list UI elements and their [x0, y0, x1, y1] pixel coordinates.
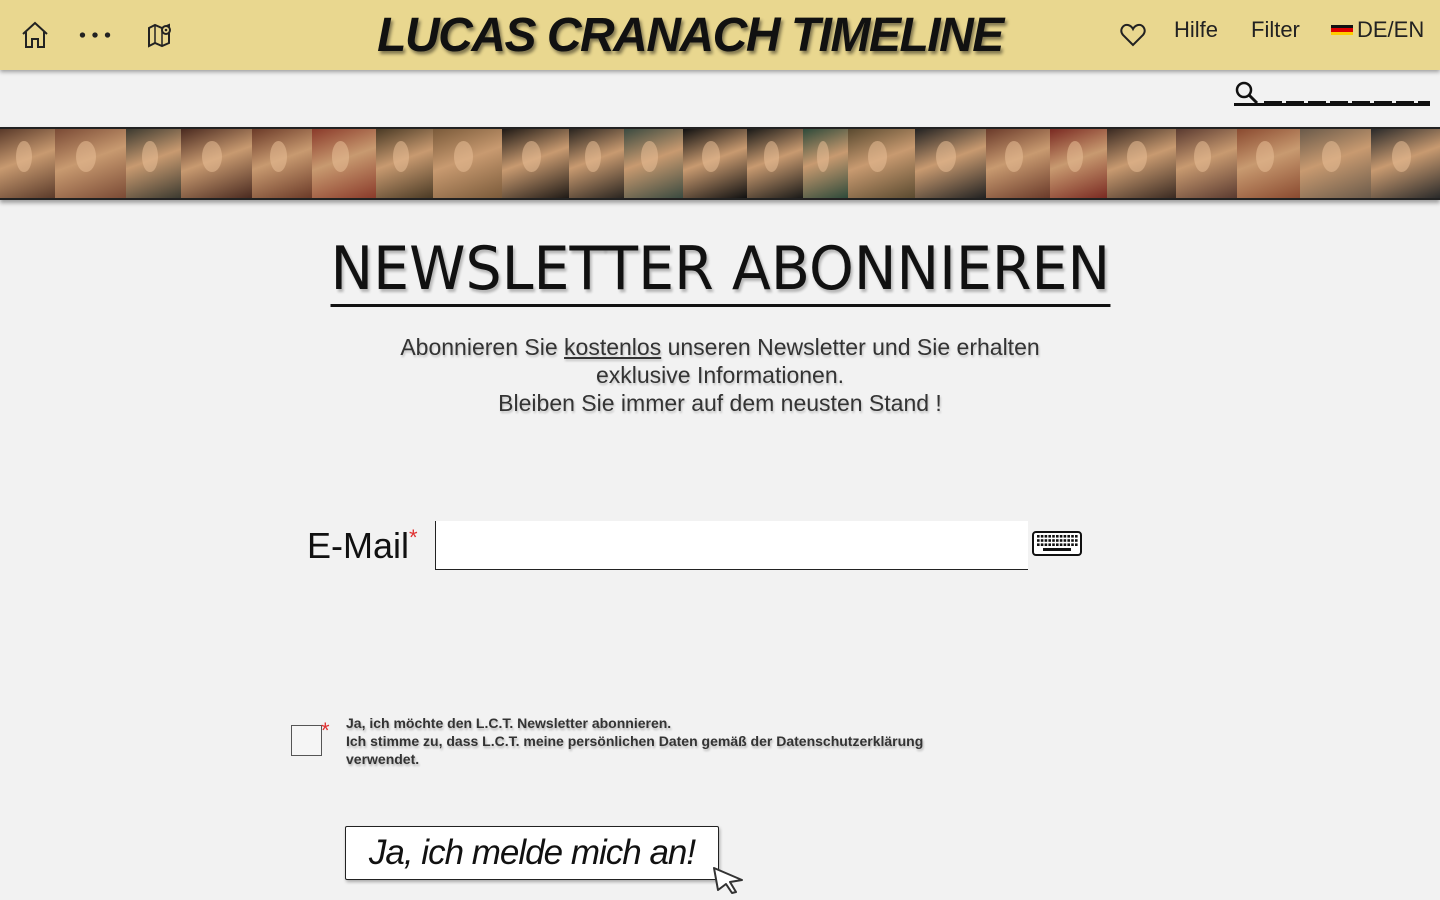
- painting-thumbnail[interactable]: [848, 129, 916, 198]
- painting-thumbnail[interactable]: [568, 129, 624, 198]
- painting-thumbnail[interactable]: [0, 129, 55, 198]
- painting-thumbnail[interactable]: [54, 129, 126, 198]
- intro-pre: Abonnieren Sie: [400, 334, 565, 360]
- intro-text: Abonnieren Sie kostenlos unseren Newslet…: [0, 333, 1440, 417]
- painting-thumbnail[interactable]: [1175, 129, 1237, 198]
- search-field[interactable]: [1234, 78, 1430, 106]
- painting-thumbnail[interactable]: [433, 129, 502, 198]
- heading-wrap: NEWSLETTER ABONNIEREN: [0, 236, 1440, 307]
- checkbox-required-marker: *: [321, 718, 330, 743]
- painting-thumbnail[interactable]: [1300, 129, 1372, 198]
- keyboard-icon[interactable]: [1032, 531, 1082, 556]
- intro-line-3: Bleiben Sie immer auf dem neusten Stand …: [498, 390, 942, 416]
- intro-line-2: exklusive Informationen.: [595, 362, 844, 388]
- help-link[interactable]: Hilfe: [1174, 17, 1218, 43]
- painting-thumbnail[interactable]: [1106, 129, 1176, 198]
- email-field[interactable]: [435, 521, 1028, 570]
- email-label-text: E-Mail: [307, 525, 410, 566]
- painting-thumbnail[interactable]: [803, 129, 849, 198]
- heart-icon[interactable]: [1116, 18, 1150, 52]
- painting-thumbnail[interactable]: [986, 129, 1050, 198]
- top-bar: LUCAS CRANACH TIMELINE Hilfe Filter DE/E…: [0, 0, 1440, 70]
- painting-strip[interactable]: [0, 127, 1440, 200]
- consent-checkbox[interactable]: [291, 725, 322, 756]
- intro-line-1: Abonnieren Sie kostenlos unseren Newslet…: [0, 333, 1440, 361]
- language-label: DE/EN: [1357, 17, 1425, 42]
- painting-thumbnail[interactable]: [1049, 129, 1107, 198]
- painting-thumbnail[interactable]: [1236, 129, 1301, 198]
- painting-thumbnail[interactable]: [502, 129, 569, 198]
- consent-line-2: Ich stimme zu, dass L.C.T. meine persönl…: [346, 733, 924, 767]
- email-label: E-Mail*: [307, 525, 418, 567]
- submit-button[interactable]: Ja, ich melde mich an!: [345, 826, 719, 880]
- painting-thumbnail[interactable]: [623, 129, 683, 198]
- painting-thumbnail[interactable]: [376, 129, 434, 198]
- filter-link[interactable]: Filter: [1251, 17, 1300, 43]
- consent-text: Ja, ich möchte den L.C.T. Newsletter abo…: [346, 714, 946, 768]
- search-icon: [1234, 80, 1260, 111]
- painting-thumbnail[interactable]: [312, 129, 377, 198]
- intro-post: unseren Newsletter und Sie erhalten: [661, 334, 1040, 360]
- painting-thumbnail[interactable]: [915, 129, 986, 198]
- painting-thumbnail[interactable]: [180, 129, 252, 198]
- cursor-icon: [712, 866, 746, 899]
- kostenlos-link: kostenlos: [564, 334, 662, 360]
- painting-thumbnail[interactable]: [251, 129, 313, 198]
- flag-de-icon: [1331, 24, 1353, 36]
- painting-thumbnail[interactable]: [682, 129, 747, 198]
- page-title: NEWSLETTER ABONNIEREN: [330, 236, 1110, 307]
- language-switch[interactable]: DE/EN: [1331, 17, 1424, 43]
- required-marker: *: [409, 525, 418, 550]
- app-title: LUCAS CRANACH TIMELINE: [377, 9, 1004, 62]
- painting-thumbnail[interactable]: [746, 129, 804, 198]
- search-underline: [1264, 101, 1430, 103]
- painting-thumbnail[interactable]: [125, 129, 181, 198]
- painting-thumbnail[interactable]: [1371, 129, 1440, 198]
- consent-line-1: Ja, ich möchte den L.C.T. Newsletter abo…: [346, 715, 672, 731]
